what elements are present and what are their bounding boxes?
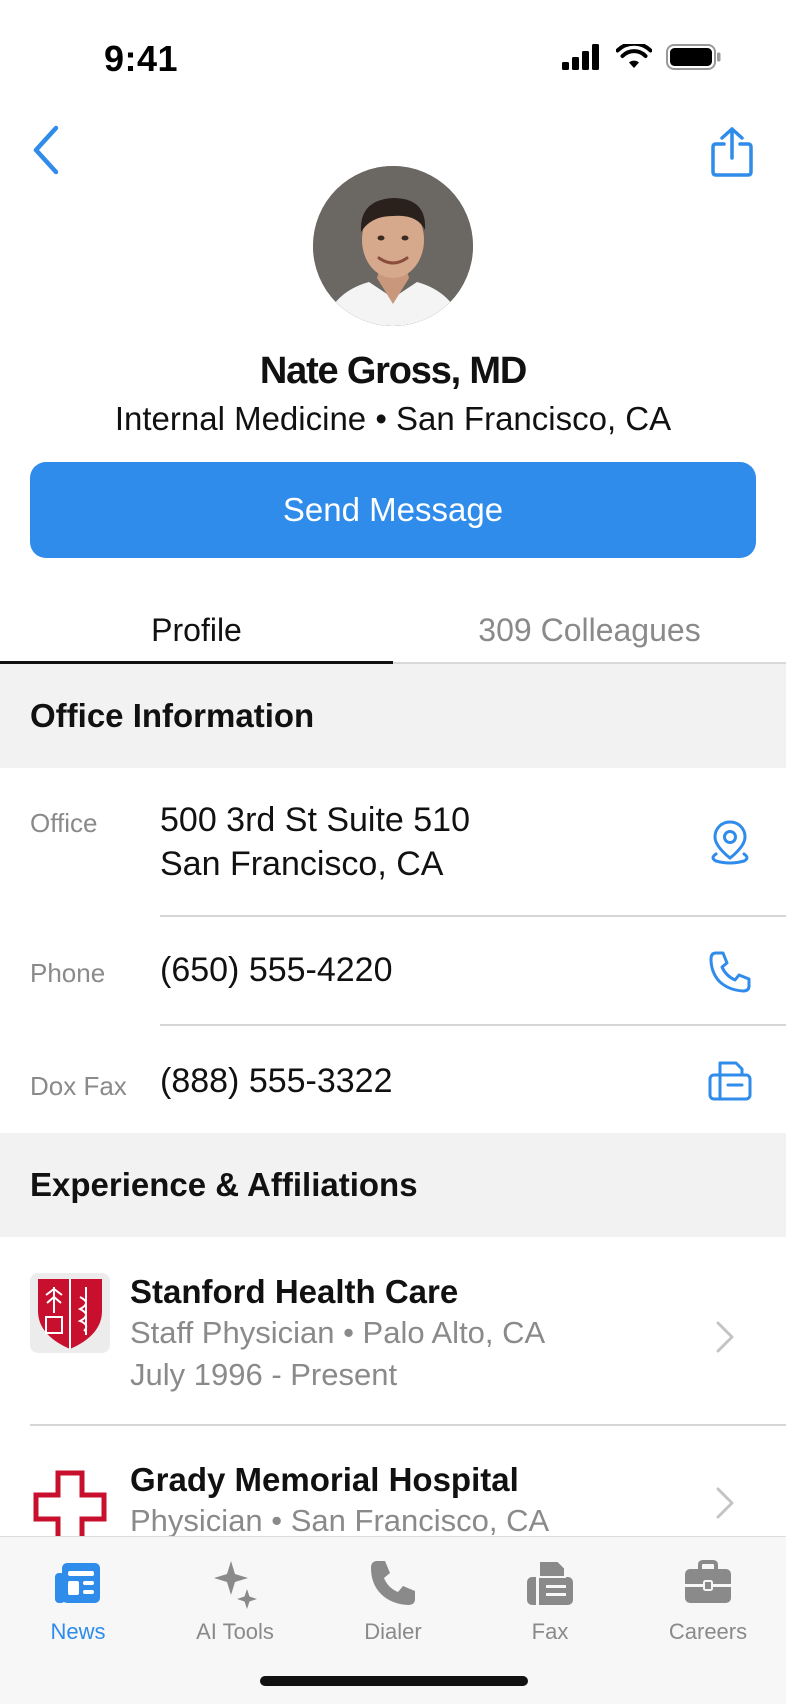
status-bar: 9:41: [0, 0, 786, 110]
back-button[interactable]: [28, 122, 68, 178]
location-pin-icon[interactable]: [706, 818, 754, 866]
profile-tabs: Profile 309 Colleagues: [0, 600, 786, 664]
experience-dates: July 1996 - Present: [130, 1357, 398, 1392]
status-time: 9:41: [104, 38, 179, 79]
chevron-left-icon: [33, 125, 59, 175]
wifi-icon: [616, 44, 652, 68]
tab-bar-label: News: [50, 1619, 106, 1644]
tab-bar-label: Dialer: [364, 1619, 422, 1644]
send-message-button[interactable]: Send Message: [30, 462, 756, 558]
share-icon: [711, 127, 753, 177]
battery-icon: [666, 44, 721, 70]
experience-item-grady[interactable]: Grady Memorial Hospital Physician • San …: [0, 1425, 786, 1544]
doctor-name: Nate Gross, MD: [259, 350, 527, 392]
phone-value: (650) 555-4220: [160, 951, 393, 989]
red-cross-logo: [33, 1470, 107, 1544]
phone-icon: [371, 1561, 415, 1605]
fax-label: Dox Fax: [30, 1071, 127, 1101]
chevron-right-icon: [716, 1321, 734, 1353]
status-icons: [562, 44, 722, 70]
tab-bar-ai-tools[interactable]: AI Tools: [165, 1557, 305, 1645]
tab-bar-label: AI Tools: [196, 1619, 274, 1644]
office-address-line1: 500 3rd St Suite 510: [160, 801, 471, 839]
office-information-header: Office Information: [0, 664, 786, 768]
tab-bar-careers[interactable]: Careers: [638, 1557, 778, 1645]
tab-bar-fax[interactable]: Fax: [480, 1557, 620, 1645]
experience-title: Stanford Health Care: [130, 1273, 459, 1310]
tab-bar-label: Fax: [531, 1619, 569, 1644]
signal-icon: [562, 44, 599, 70]
phone-icon[interactable]: [706, 948, 754, 996]
tab-bar-dialer[interactable]: Dialer: [323, 1557, 463, 1645]
avatar: [313, 166, 473, 326]
newspaper-icon: [55, 1563, 100, 1603]
fax-icon: [527, 1560, 573, 1605]
tab-bar-news[interactable]: News: [8, 1557, 148, 1645]
phone-label: Phone: [30, 958, 106, 988]
doctor-specialty-location: Internal Medicine • San Francisco, CA: [114, 400, 672, 437]
sparkles-icon: [214, 1561, 257, 1609]
phone-row[interactable]: Phone (650) 555-4220: [0, 916, 786, 1026]
home-indicator: [260, 1676, 528, 1686]
stanford-shield-logo: [30, 1273, 110, 1353]
tab-colleagues[interactable]: 309 Colleagues: [393, 600, 786, 662]
fax-icon[interactable]: [706, 1057, 754, 1105]
fax-value: (888) 555-3322: [160, 1062, 393, 1100]
tab-profile[interactable]: Profile: [0, 600, 393, 664]
office-row[interactable]: Office 500 3rd St Suite 510 San Francisc…: [0, 768, 786, 917]
experience-title: Grady Memorial Hospital: [130, 1461, 519, 1498]
briefcase-icon: [685, 1560, 731, 1603]
profile-photo: [313, 166, 473, 326]
fax-row[interactable]: Dox Fax (888) 555-3322: [0, 1025, 786, 1133]
tab-bar-label: Careers: [668, 1619, 748, 1644]
experience-affiliations-header: Experience & Affiliations: [0, 1133, 786, 1237]
experience-item-stanford[interactable]: Stanford Health Care Staff Physician • P…: [0, 1237, 786, 1426]
experience-role-location: Staff Physician • Palo Alto, CA: [130, 1315, 546, 1350]
experience-role-location: Physician • San Francisco, CA: [130, 1503, 550, 1538]
share-button[interactable]: [708, 126, 756, 178]
chevron-right-icon: [716, 1487, 734, 1519]
office-label: Office: [30, 808, 98, 838]
office-address-line2: San Francisco, CA: [160, 845, 444, 883]
